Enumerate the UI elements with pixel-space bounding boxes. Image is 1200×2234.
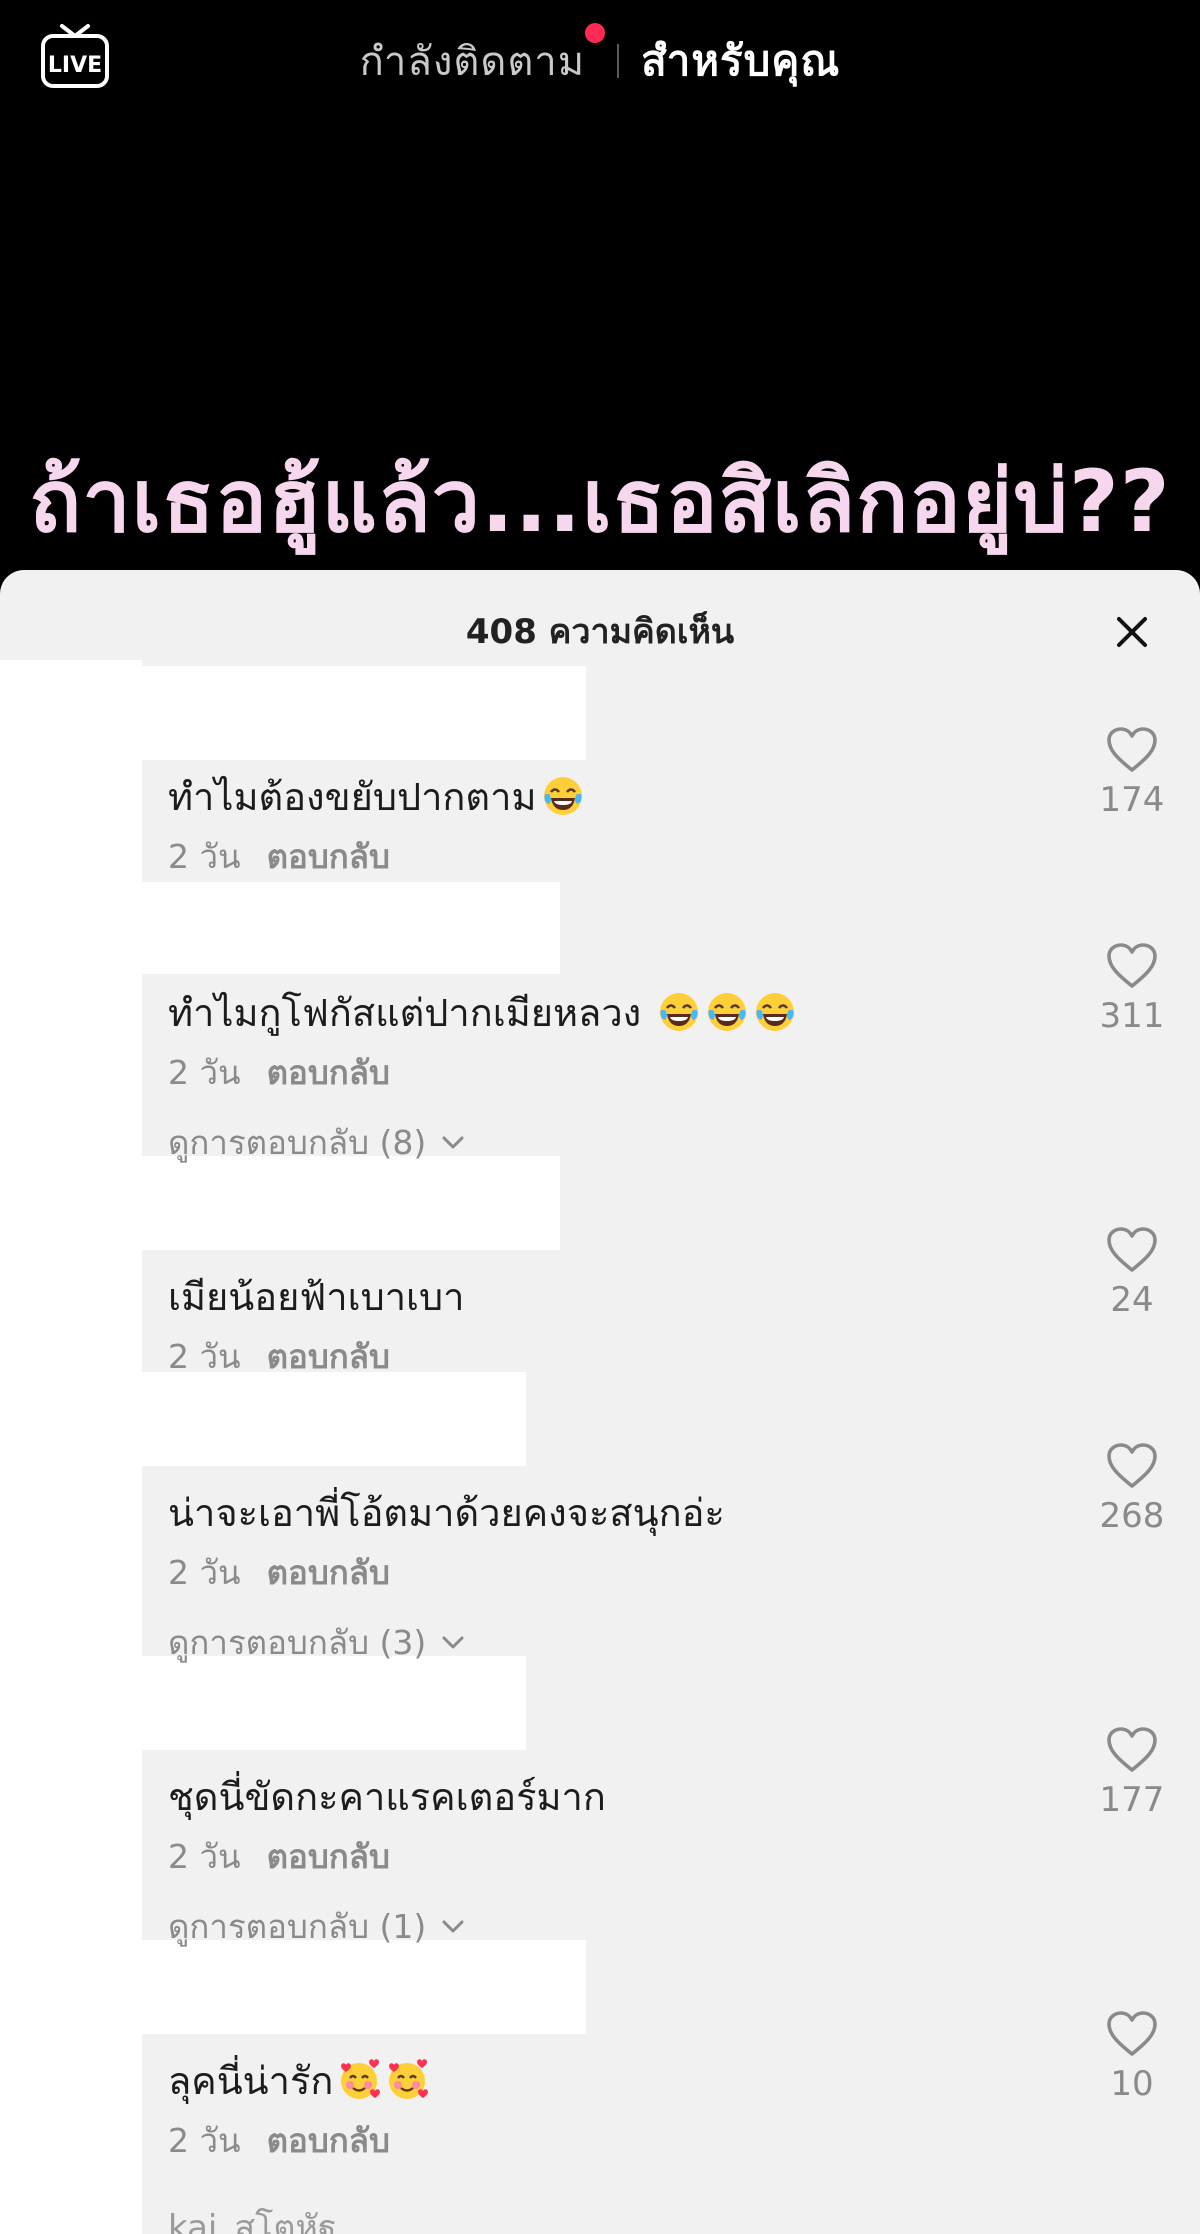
next-comment-username: kai_สโตหัฐ [168,2208,337,2234]
video-caption: ถ้าเธอฮู้แล้ว...เธอสิเลิกอยู่บ่?? [29,452,1171,552]
tab-following-label: กำลังติดตาม [359,39,586,85]
heart-icon [1107,2011,1157,2056]
heart-icon [1107,1227,1157,1272]
like-count: 177 [1099,1780,1165,1820]
laughing-tears-emoji [756,993,795,1031]
like-button[interactable]: 10 [1082,2010,1182,2104]
comment-text: น่าจะเอาพี่โอ้ตมาด้วยคงจะสนุกอ่ะ [168,1491,725,1535]
view-replies-button[interactable]: ดูการตอบกลับ (8) [168,1116,466,1169]
reply-button[interactable]: ตอบกลับ [267,2121,390,2160]
comment-time: 2 วัน [168,2121,241,2160]
comment-meta: 2 วัน ตอบกลับ [168,1830,390,1883]
redacted-username [142,1656,526,1750]
like-button[interactable]: 268 [1082,1442,1182,1536]
comment-meta: 2 วัน ตอบกลับ [168,1046,390,1099]
comment-time: 2 วัน [168,1553,241,1592]
reply-button[interactable]: ตอบกลับ [267,1337,390,1376]
close-icon [1117,617,1147,647]
reply-button[interactable]: ตอบกลับ [267,1553,390,1592]
video-player[interactable]: LIVE กำลังติดตาม สำหรับคุณ ถ้าเธอฮู้แล้ว… [0,0,1200,600]
laughing-tears-emoji [543,777,582,815]
redacted-username [142,1940,586,2034]
comment-meta: 2 วัน ตอบกลับ [168,2114,390,2167]
comments-header: 408 ความคิดเห็น [0,570,1200,680]
comment-time: 2 วัน [168,1337,241,1376]
smiling-hearts-emoji [341,2059,381,2099]
like-button[interactable]: 177 [1082,1726,1182,1820]
heart-icon [1107,943,1157,988]
comment-time: 2 วัน [168,1053,241,1092]
reply-button[interactable]: ตอบกลับ [267,1837,390,1876]
like-count: 10 [1110,2064,1154,2104]
comment-text: ลุคนี่น่ารัก [168,2050,429,2111]
comment-time: 2 วัน [168,837,241,876]
comment-meta: 2 วัน ตอบกลับ [168,1330,390,1383]
reply-button[interactable]: ตอบกลับ [267,1053,390,1092]
comment-meta: 2 วัน ตอบกลับ [168,1546,390,1599]
like-button[interactable]: 174 [1082,726,1182,820]
tab-divider [617,44,620,78]
tab-for-you-label: สำหรับคุณ [641,36,841,85]
comment-time: 2 วัน [168,1837,241,1876]
laughing-tears-emoji [660,993,699,1031]
comments-sheet: 408 ความคิดเห็น ทำไมต้องขยับปากตาม 2 วัน… [0,570,1200,2234]
view-replies-button[interactable]: ดูการตอบกลับ (1) [168,1900,466,1953]
comment-text: ทำไมกูโฟกัสแต่ปากเมียหลวง [168,982,797,1043]
redacted-username [142,666,586,760]
redacted-username [142,1372,526,1466]
like-count: 24 [1110,1280,1154,1320]
like-button[interactable]: 311 [1082,942,1182,1036]
comment-text: เมียน้อยฟ้าเบาเบา [168,1275,465,1319]
redacted-username [142,1156,560,1250]
smiling-hearts-emoji [389,2059,429,2099]
comments-count-title: 408 ความคิดเห็น [465,612,735,652]
redacted-username [142,882,560,974]
like-button[interactable]: 24 [1082,1226,1182,1320]
top-navigation: LIVE กำลังติดตาม สำหรับคุณ [0,0,1200,120]
reply-button[interactable]: ตอบกลับ [267,837,390,876]
comment-text: ทำไมต้องขยับปากตาม [168,766,585,827]
redacted-area [0,660,142,2234]
feed-tabs: กำลังติดตาม สำหรับคุณ [0,23,1200,94]
tab-for-you[interactable]: สำหรับคุณ [641,28,840,94]
chevron-down-icon [442,1920,464,1932]
view-replies-button[interactable]: ดูการตอบกลับ (3) [168,1616,466,1669]
tab-following[interactable]: กำลังติดตาม [359,23,607,93]
comment-meta: 2 วัน ตอบกลับ [168,830,390,883]
like-count: 268 [1099,1496,1165,1536]
heart-icon [1107,1727,1157,1772]
like-count: 174 [1099,780,1165,820]
heart-icon [1107,727,1157,772]
close-button[interactable] [1104,604,1160,660]
heart-icon [1107,1443,1157,1488]
laughing-tears-emoji [708,993,747,1031]
chevron-down-icon [442,1136,464,1148]
chevron-down-icon [442,1636,464,1648]
comment-text: ชุดนี่ขัดกะคาแรคเตอร์มาก [168,1775,606,1819]
notification-dot [585,23,606,43]
like-count: 311 [1099,996,1165,1036]
